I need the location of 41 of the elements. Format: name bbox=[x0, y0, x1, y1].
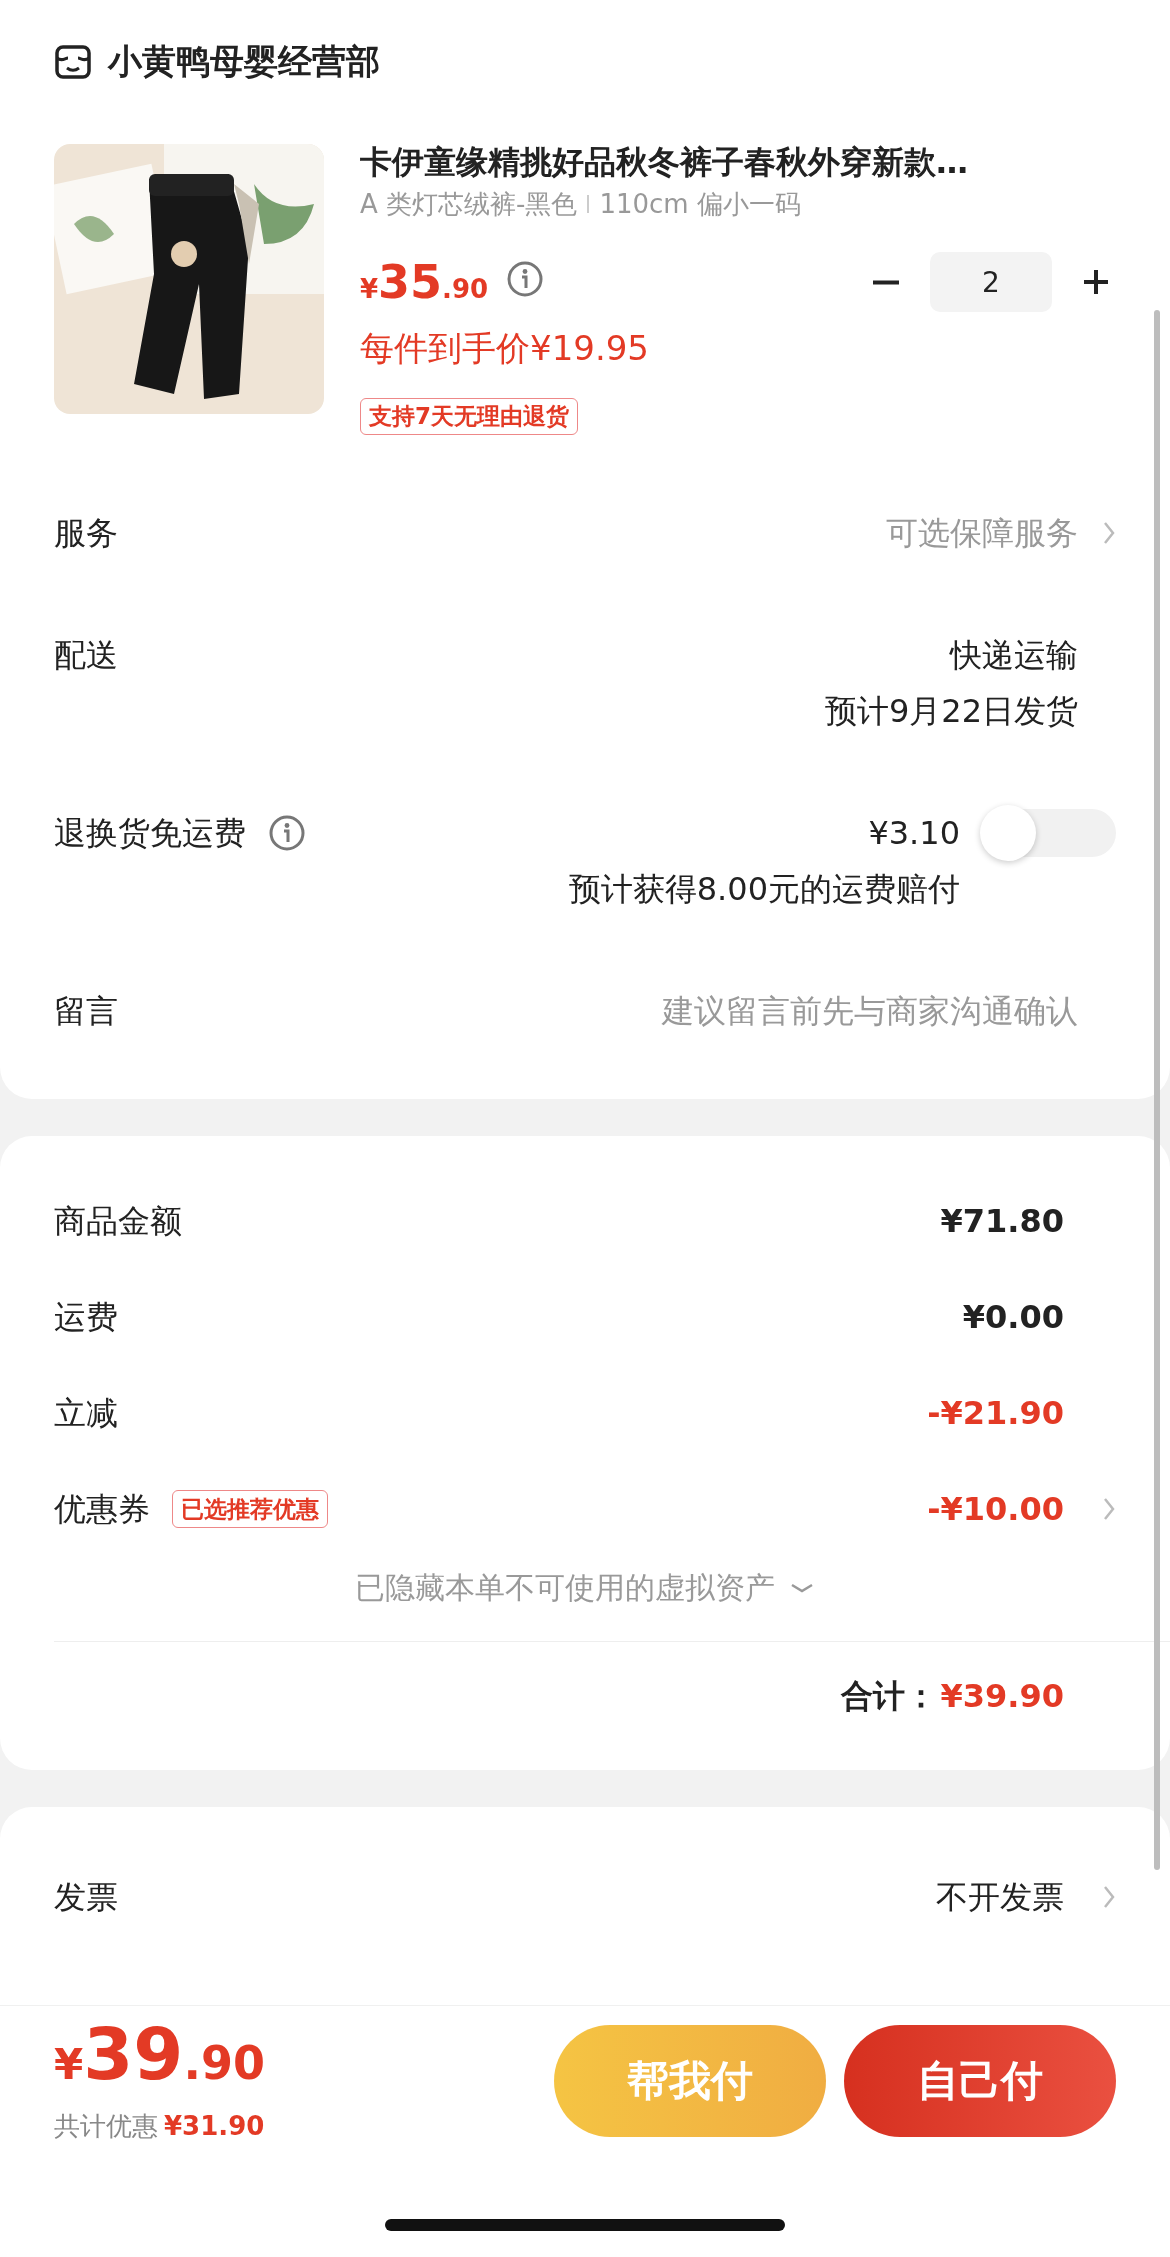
amount: -¥21.90 bbox=[927, 1393, 1064, 1434]
coupon-tag: 已选推荐优惠 bbox=[172, 1490, 328, 1528]
info-icon[interactable] bbox=[506, 260, 545, 298]
summary-label: 运费 bbox=[54, 1297, 118, 1338]
row-label: 退换货免运费 bbox=[54, 813, 246, 854]
unit-price: 每件到手价¥19.95 bbox=[360, 327, 650, 370]
pay-button[interactable]: 自己付 bbox=[844, 2025, 1116, 2137]
store-name[interactable]: 小黄鸭母婴经营部 bbox=[108, 39, 380, 85]
row-label: 留言 bbox=[54, 991, 118, 1032]
store-icon bbox=[54, 44, 92, 80]
delivery-info: 快递运输 bbox=[948, 635, 1078, 676]
savings-label: 共计优惠 bbox=[54, 2111, 158, 2141]
product-size: 110cm 偏小一码 bbox=[599, 188, 801, 221]
message-field[interactable]: 建议留言前先与商家沟通确认 bbox=[518, 983, 1078, 1039]
total-amount: ¥39.90 bbox=[940, 1676, 1064, 1717]
summary-label: 商品金额 bbox=[54, 1201, 182, 1242]
amount[interactable]: -¥10.00 bbox=[927, 1481, 1064, 1537]
minus-icon bbox=[873, 279, 899, 285]
savings-amount: ¥31.90 bbox=[164, 2111, 265, 2141]
amount: ¥71.80 bbox=[940, 1201, 1064, 1242]
product-title[interactable]: 卡伊童缘精挑好品秋冬裤子春秋外穿新款… bbox=[360, 140, 1116, 184]
product-spec: A 类灯芯绒裤-黑色 bbox=[360, 188, 578, 221]
amount: ¥0.00 bbox=[962, 1297, 1064, 1338]
product-price: ¥35.90 bbox=[360, 255, 489, 309]
row-label: 配送 bbox=[54, 635, 118, 676]
invoice-option[interactable]: 不开发票 bbox=[936, 1869, 1064, 1925]
quantity-field[interactable]: 2 bbox=[930, 252, 1052, 312]
info-icon[interactable] bbox=[268, 814, 306, 852]
shipping-fee-info: ¥3.10 bbox=[867, 813, 960, 854]
summary-label: 优惠券 bbox=[54, 1489, 150, 1530]
delivery-info: 预计9月22日发货 bbox=[824, 691, 1078, 732]
row-label: 服务 bbox=[54, 513, 118, 554]
shipping-fee-info: 预计获得8.00元的运费赔付 bbox=[568, 869, 960, 910]
service-option[interactable]: 可选保障服务 bbox=[886, 505, 1078, 561]
total-label: 合计： bbox=[840, 1676, 937, 1717]
return-policy-tag: 支持7天无理由退货 bbox=[360, 398, 578, 435]
summary-label: 立减 bbox=[54, 1393, 118, 1434]
row-label: 发票 bbox=[54, 1877, 118, 1918]
chevron-down-icon[interactable] bbox=[789, 1581, 815, 1595]
pay-total: ¥39.90 bbox=[54, 2019, 265, 2098]
hidden-assets-note[interactable]: 已隐藏本单不可使用的虚拟资产 bbox=[355, 1563, 775, 1613]
